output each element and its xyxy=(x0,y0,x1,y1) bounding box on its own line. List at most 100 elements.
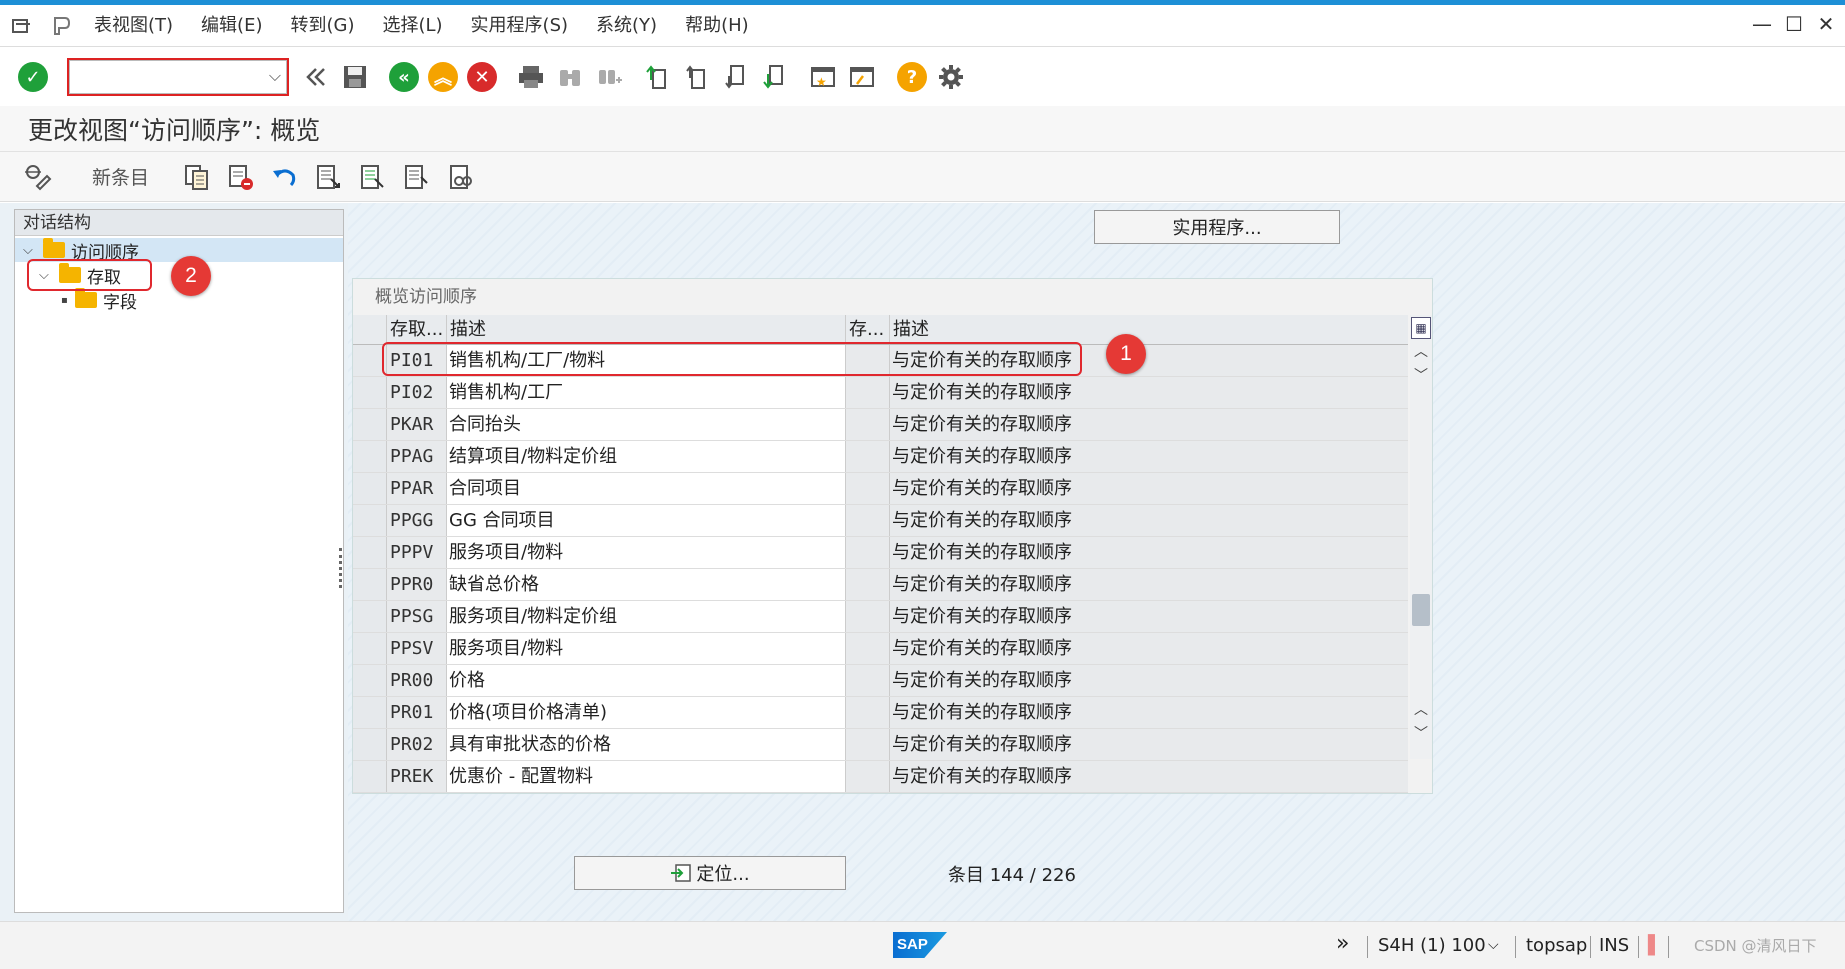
table-row[interactable]: PPGG GG 合同项目 与定价有关的存取顺序 xyxy=(353,505,1408,537)
delete-icon[interactable] xyxy=(223,159,259,195)
cell-access-sequence[interactable]: PPAG xyxy=(387,441,447,472)
settings-gear-icon[interactable] xyxy=(934,60,968,94)
cell-access-sequence[interactable]: PR01 xyxy=(387,697,447,728)
new-entries-button[interactable]: 新条目 xyxy=(92,163,149,190)
exit-icon[interactable]: ︽ xyxy=(426,60,460,94)
scroll-page-up-icon[interactable]: ︿ xyxy=(1412,699,1430,719)
table-row[interactable]: PR02 具有审批状态的价格 与定价有关的存取顺序 xyxy=(353,729,1408,761)
cell-description[interactable]: 服务项目/物料定价组 xyxy=(447,601,846,632)
row-selector[interactable] xyxy=(353,761,387,792)
utilities-button[interactable]: 实用程序... xyxy=(1094,210,1340,244)
menu-selection[interactable]: 选择(L) xyxy=(368,5,456,47)
cell-description[interactable]: 具有审批状态的价格 xyxy=(447,729,846,760)
deselect-all-icon[interactable] xyxy=(399,159,435,195)
close-icon[interactable]: ✕ xyxy=(1815,10,1837,38)
system-info[interactable]: S4H (1) 100 xyxy=(1378,935,1486,956)
scroll-page-down-icon[interactable]: ﹀ xyxy=(1412,723,1430,743)
cell-description[interactable]: 合同抬头 xyxy=(447,409,846,440)
select-all-column[interactable] xyxy=(353,315,387,344)
enter-button[interactable]: ✓ xyxy=(16,60,50,94)
cell-access-sequence[interactable]: PKAR xyxy=(387,409,447,440)
find-next-icon[interactable] xyxy=(592,60,626,94)
create-session-icon[interactable]: ★ xyxy=(807,60,841,94)
sap-menu-icon[interactable] xyxy=(0,5,44,47)
table-row[interactable]: PPSG 服务项目/物料定价组 与定价有关的存取顺序 xyxy=(353,601,1408,633)
cell-access-sequence[interactable]: PPAR xyxy=(387,473,447,504)
last-page-icon[interactable] xyxy=(758,60,792,94)
row-selector[interactable] xyxy=(353,505,387,536)
column-header-type[interactable]: 存... xyxy=(846,315,890,344)
table-row[interactable]: PR01 价格(项目价格清单) 与定价有关的存取顺序 xyxy=(353,697,1408,729)
cell-access-sequence[interactable]: PI02 xyxy=(387,377,447,408)
first-page-icon[interactable] xyxy=(641,60,675,94)
row-selector[interactable] xyxy=(353,633,387,664)
menu-table-view[interactable]: 表视图(T) xyxy=(80,5,187,47)
cell-description[interactable]: 销售机构/工厂 xyxy=(447,377,846,408)
row-selector[interactable] xyxy=(353,729,387,760)
row-selector[interactable] xyxy=(353,441,387,472)
menu-help[interactable]: 帮助(H) xyxy=(671,5,763,47)
column-header-access-sequence[interactable]: 存取... xyxy=(387,315,447,344)
cell-access-sequence[interactable]: PPSV xyxy=(387,633,447,664)
cell-access-sequence[interactable]: PREK xyxy=(387,761,447,792)
table-row[interactable]: PPAG 结算项目/物料定价组 与定价有关的存取顺序 xyxy=(353,441,1408,473)
splitter-grip-icon[interactable] xyxy=(339,548,343,588)
copy-as-icon[interactable] xyxy=(179,159,215,195)
row-selector[interactable] xyxy=(353,473,387,504)
help-icon[interactable]: ? xyxy=(895,60,929,94)
cell-description[interactable]: 优惠价 - 配置物料 xyxy=(447,761,846,792)
favorites-icon[interactable] xyxy=(44,5,80,47)
cell-description[interactable]: 结算项目/物料定价组 xyxy=(447,441,846,472)
cell-access-sequence[interactable]: PPR0 xyxy=(387,569,447,600)
menu-goto[interactable]: 转到(G) xyxy=(276,5,368,47)
menu-utilities[interactable]: 实用程序(S) xyxy=(457,5,582,47)
table-row[interactable]: PI02 销售机构/工厂 与定价有关的存取顺序 xyxy=(353,377,1408,409)
back-icon[interactable]: « xyxy=(387,60,421,94)
next-page-icon[interactable] xyxy=(719,60,753,94)
table-row[interactable]: PR00 价格 与定价有关的存取顺序 xyxy=(353,665,1408,697)
print-icon[interactable] xyxy=(514,60,548,94)
chevron-down-icon[interactable]: ⌵ xyxy=(269,66,281,86)
table-row[interactable]: PKAR 合同抬头 与定价有关的存取顺序 xyxy=(353,409,1408,441)
table-row[interactable]: PPR0 缺省总价格 与定价有关的存取顺序 xyxy=(353,569,1408,601)
input-mode[interactable]: INS xyxy=(1599,935,1629,956)
double-chevron-left-icon[interactable] xyxy=(299,60,333,94)
scroll-up-icon[interactable]: ︿ xyxy=(1412,341,1430,361)
cell-description[interactable]: 缺省总价格 xyxy=(447,569,846,600)
select-all-icon[interactable] xyxy=(311,159,347,195)
cell-access-sequence[interactable]: PPPV xyxy=(387,537,447,568)
row-selector[interactable] xyxy=(353,569,387,600)
row-selector[interactable] xyxy=(353,601,387,632)
print-list-icon[interactable] xyxy=(443,159,479,195)
minimize-icon[interactable]: — xyxy=(1751,10,1773,38)
expand-status-icon[interactable]: » xyxy=(1336,931,1349,956)
cell-access-sequence[interactable]: PR02 xyxy=(387,729,447,760)
save-icon[interactable] xyxy=(338,60,372,94)
cell-description[interactable]: 价格(项目价格清单) xyxy=(447,697,846,728)
position-button[interactable]: 定位... xyxy=(574,856,846,890)
shortcut-icon[interactable] xyxy=(846,60,880,94)
cell-access-sequence[interactable]: PPGG xyxy=(387,505,447,536)
cell-description[interactable]: 服务项目/物料 xyxy=(447,633,846,664)
table-row[interactable]: PPAR 合同项目 与定价有关的存取顺序 xyxy=(353,473,1408,505)
table-row[interactable]: PREK 优惠价 - 配置物料 与定价有关的存取顺序 xyxy=(353,761,1408,793)
menu-system[interactable]: 系统(Y) xyxy=(582,5,671,47)
display-change-icon[interactable] xyxy=(20,159,56,195)
table-row[interactable]: PPPV 服务项目/物料 与定价有关的存取顺序 xyxy=(353,537,1408,569)
undo-icon[interactable] xyxy=(267,159,303,195)
row-selector[interactable] xyxy=(353,409,387,440)
select-block-icon[interactable] xyxy=(355,159,391,195)
cell-description[interactable]: 合同项目 xyxy=(447,473,846,504)
command-field[interactable] xyxy=(69,60,287,94)
row-selector[interactable] xyxy=(353,665,387,696)
row-selector[interactable] xyxy=(353,537,387,568)
cell-access-sequence[interactable]: PPSG xyxy=(387,601,447,632)
column-header-type-description[interactable]: 描述 xyxy=(890,315,1408,344)
cell-description[interactable]: GG 合同项目 xyxy=(447,505,846,536)
row-selector[interactable] xyxy=(353,377,387,408)
scrollbar-thumb[interactable] xyxy=(1412,594,1430,626)
menu-edit[interactable]: 编辑(E) xyxy=(187,5,276,47)
previous-page-icon[interactable] xyxy=(680,60,714,94)
chevron-down-icon[interactable]: ⌵ xyxy=(23,243,39,258)
row-selector[interactable] xyxy=(353,697,387,728)
